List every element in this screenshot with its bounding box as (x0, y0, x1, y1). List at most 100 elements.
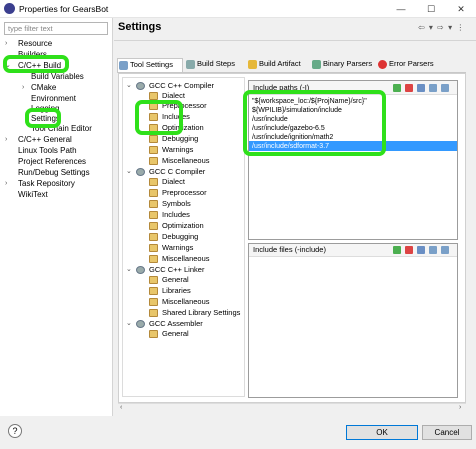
nav-linux-tools-path[interactable]: Linux Tools Path (18, 146, 77, 156)
tool-settings-icon (119, 61, 128, 70)
tree-warnings[interactable]: Warnings (162, 243, 193, 253)
window-title: Properties for GearsBot (19, 4, 109, 14)
compiler-gear-icon (136, 168, 145, 176)
include-files-list[interactable] (248, 243, 458, 398)
tree-symbols[interactable]: Symbols (162, 199, 191, 209)
option-icon (149, 92, 158, 100)
close-button[interactable]: ✕ (446, 0, 476, 18)
move-up-icon[interactable] (429, 84, 437, 92)
help-button[interactable]: ? (8, 424, 22, 438)
cancel-button[interactable]: Cancel (422, 425, 472, 440)
expand-arrow-icon[interactable]: › (22, 83, 24, 93)
tree-includes[interactable]: Includes (162, 210, 190, 220)
tab-build-steps[interactable]: Build Steps (185, 58, 245, 72)
option-icon (149, 146, 158, 154)
tree-miscellaneous[interactable]: Miscellaneous (162, 254, 210, 264)
tree-general[interactable]: General (162, 329, 189, 339)
collapse-arrow-icon[interactable]: ⌄ (126, 81, 132, 91)
page-title: Settings (118, 21, 162, 33)
tree-dialect[interactable]: Dialect (162, 177, 185, 187)
horizontal-scrollbar[interactable] (118, 403, 466, 413)
highlight-settings (25, 108, 61, 128)
delete-icon[interactable] (405, 246, 413, 254)
app-icon (4, 3, 15, 14)
error-parsers-icon (378, 60, 387, 69)
assembler-gear-icon (136, 320, 145, 328)
build-steps-icon (186, 60, 195, 69)
tab-error-parsers[interactable]: Error Parsers (377, 58, 437, 72)
tree-miscellaneous[interactable]: Miscellaneous (162, 297, 210, 307)
add-icon[interactable] (393, 84, 401, 92)
move-up-icon[interactable] (429, 246, 437, 254)
option-icon (149, 157, 158, 165)
option-icon (149, 178, 158, 186)
linker-gear-icon (136, 266, 145, 274)
tree-shared-library-settings[interactable]: Shared Library Settings (162, 308, 240, 318)
tree-debugging[interactable]: Debugging (162, 134, 198, 144)
ok-button[interactable]: OK (346, 425, 418, 440)
minimize-button[interactable]: — (386, 0, 416, 18)
nav-run-debug-settings[interactable]: Run/Debug Settings (18, 168, 90, 178)
add-icon[interactable] (393, 246, 401, 254)
tree-warnings[interactable]: Warnings (162, 145, 193, 155)
nav-project-references[interactable]: Project References (18, 157, 86, 167)
expand-arrow-icon[interactable]: › (5, 179, 7, 189)
include-files-label: Include files (-include) (253, 245, 326, 254)
nav-environment[interactable]: Environment (31, 94, 76, 104)
option-icon (149, 244, 158, 252)
divider (114, 40, 476, 41)
tab-binary-parsers[interactable]: Binary Parsers (311, 58, 373, 72)
tree-general[interactable]: General (162, 275, 189, 285)
tree-optimization[interactable]: Optimization (162, 221, 204, 231)
tab-build-artifact[interactable]: Build Artifact (247, 58, 309, 72)
option-icon (149, 233, 158, 241)
option-icon (149, 135, 158, 143)
option-icon (149, 287, 158, 295)
collapse-arrow-icon[interactable]: ⌄ (126, 319, 132, 329)
edit-icon[interactable] (417, 84, 425, 92)
option-icon (149, 200, 158, 208)
tree-gcc-cpp-linker[interactable]: GCC C++ Linker (149, 265, 204, 275)
move-down-icon[interactable] (441, 246, 449, 254)
highlight-includes (135, 100, 183, 135)
nav-cpp-general[interactable]: C/C++ General (18, 135, 72, 145)
compiler-gear-icon (136, 82, 145, 90)
option-icon (149, 330, 158, 338)
tree-debugging[interactable]: Debugging (162, 232, 198, 242)
vertical-scrollbar[interactable] (466, 41, 475, 403)
collapse-arrow-icon[interactable]: ⌄ (126, 167, 132, 177)
nav-cmake[interactable]: CMake (31, 83, 56, 93)
filter-input[interactable]: type filter text (4, 22, 108, 35)
expand-arrow-icon[interactable]: › (5, 135, 7, 145)
expand-arrow-icon[interactable]: › (5, 39, 7, 49)
nav-arrows-icon[interactable]: ⇦ ▾ ⇨ ▾ ⋮ (418, 23, 465, 33)
nav-wikitext[interactable]: WikiText (18, 190, 48, 200)
tree-libraries[interactable]: Libraries (162, 286, 191, 296)
tree-gcc-cpp-compiler[interactable]: GCC C++ Compiler (149, 81, 214, 91)
nav-resource[interactable]: Resource (18, 39, 52, 49)
maximize-button[interactable]: ☐ (416, 0, 446, 18)
option-icon (149, 211, 158, 219)
move-down-icon[interactable] (441, 84, 449, 92)
collapse-arrow-icon[interactable]: ⌄ (126, 265, 132, 275)
scroll-left-icon[interactable]: ‹ (120, 404, 122, 411)
nav-task-repository[interactable]: Task Repository (18, 179, 75, 189)
tree-preprocessor[interactable]: Preprocessor (162, 188, 207, 198)
highlight-cpp-build (3, 55, 69, 73)
build-artifact-icon (248, 60, 257, 69)
edit-icon[interactable] (417, 246, 425, 254)
scroll-right-icon[interactable]: › (459, 404, 461, 411)
option-icon (149, 189, 158, 197)
highlight-include-paths (243, 90, 386, 156)
option-icon (149, 309, 158, 317)
option-icon (149, 276, 158, 284)
tree-miscellaneous[interactable]: Miscellaneous (162, 156, 210, 166)
binary-parsers-icon (312, 60, 321, 69)
tree-gcc-assembler[interactable]: GCC Assembler (149, 319, 203, 329)
tab-tool-settings[interactable]: Tool Settings (117, 58, 183, 72)
tree-gcc-c-compiler[interactable]: GCC C Compiler (149, 167, 205, 177)
delete-icon[interactable] (405, 84, 413, 92)
option-icon (149, 222, 158, 230)
nav-build-variables[interactable]: Build Variables (31, 72, 84, 82)
option-icon (149, 298, 158, 306)
